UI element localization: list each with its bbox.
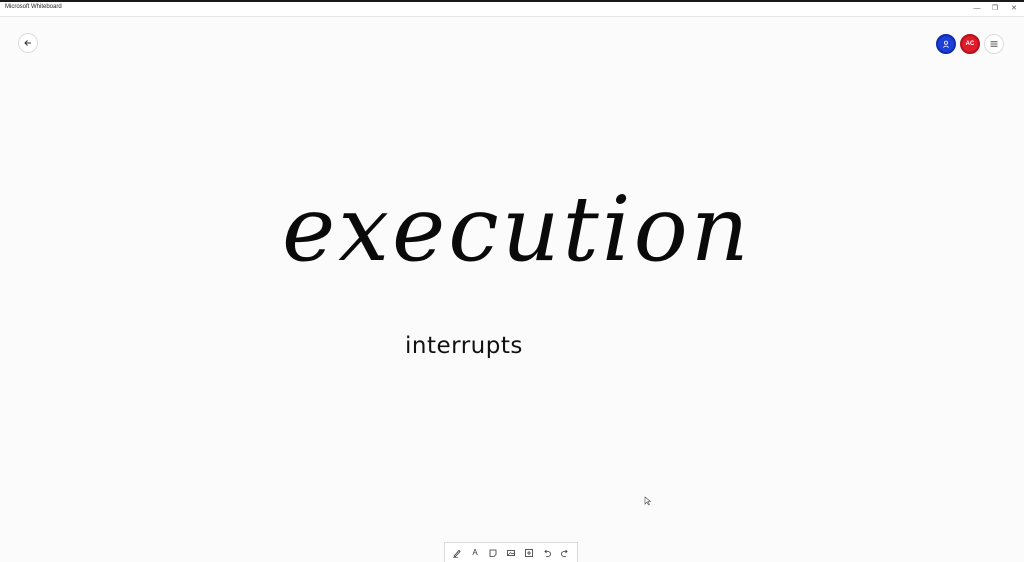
- minimize-button[interactable]: —: [968, 2, 986, 16]
- insert-tool-button[interactable]: [522, 546, 536, 560]
- ink-word-execution[interactable]: execution: [282, 175, 749, 285]
- mouse-cursor-icon: [644, 496, 652, 506]
- undo-icon: [544, 549, 551, 557]
- redo-icon: [561, 549, 568, 557]
- image-icon: [507, 549, 515, 556]
- hamburger-menu-icon: [990, 41, 998, 47]
- title-bar: Microsoft Whiteboard — ❐ ✕: [0, 2, 1024, 17]
- ink-word-interrupts[interactable]: interrupts: [405, 330, 565, 362]
- bottom-toolbar: A: [444, 542, 578, 562]
- pen-tool-button[interactable]: [450, 546, 464, 560]
- text-icon: A: [472, 548, 478, 557]
- settings-menu-button[interactable]: [984, 34, 1004, 54]
- back-button[interactable]: [18, 33, 38, 53]
- note-tool-button[interactable]: [486, 546, 500, 560]
- arrow-left-icon: [24, 40, 31, 46]
- insert-icon: [525, 548, 533, 557]
- image-tool-button[interactable]: [504, 546, 518, 560]
- participant-avatar-ac[interactable]: AC: [960, 34, 980, 54]
- participant-avatar-user[interactable]: [936, 34, 956, 54]
- person-icon: [943, 40, 949, 48]
- maximize-button[interactable]: ❐: [986, 2, 1004, 16]
- pen-icon: [453, 549, 461, 558]
- note-icon: [489, 549, 497, 557]
- redo-button[interactable]: [558, 546, 572, 560]
- undo-button[interactable]: [540, 546, 554, 560]
- avatar-initials: AC: [965, 41, 975, 47]
- app-title: Microsoft Whiteboard: [5, 4, 62, 10]
- text-tool-button[interactable]: A: [468, 546, 482, 560]
- close-button[interactable]: ✕: [1005, 2, 1023, 16]
